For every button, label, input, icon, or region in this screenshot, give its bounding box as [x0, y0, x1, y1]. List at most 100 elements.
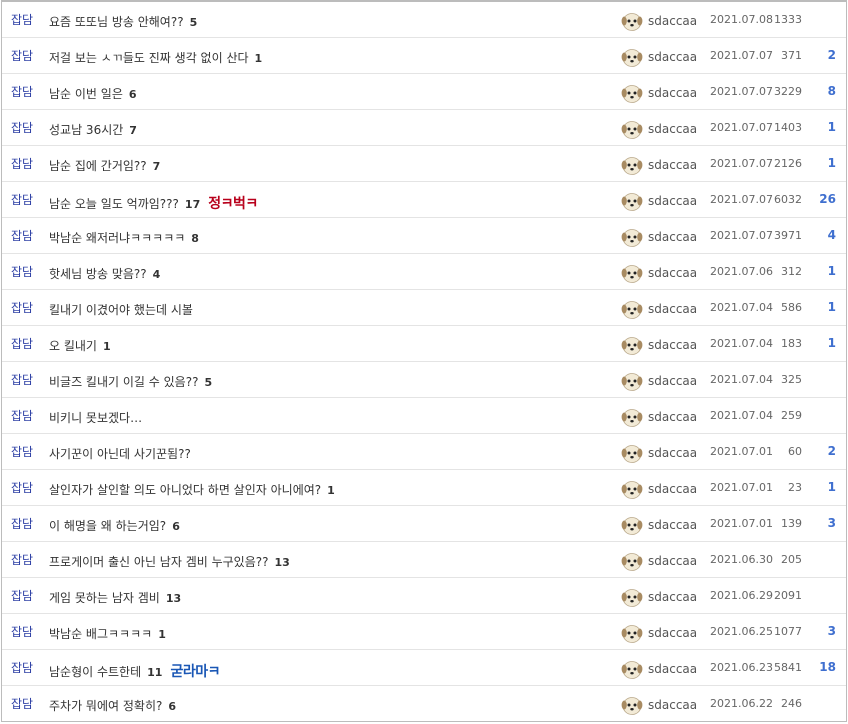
- author-name[interactable]: sdaccaa: [648, 554, 697, 568]
- post-title[interactable]: 게임 못하는 남자 겜비: [49, 591, 160, 605]
- post-title-link[interactable]: 비키니 못보겠다…: [49, 409, 142, 426]
- category-label[interactable]: 잡담: [11, 695, 33, 712]
- comment-count[interactable]: 6: [172, 520, 180, 533]
- author-name[interactable]: sdaccaa: [648, 698, 697, 712]
- author[interactable]: sdaccaa: [621, 335, 697, 355]
- comment-count[interactable]: 6: [129, 88, 137, 101]
- comment-count[interactable]: 6: [168, 700, 176, 713]
- post-title[interactable]: 남순 이번 일은: [49, 87, 123, 101]
- post-title[interactable]: 오 킬내기: [49, 339, 97, 353]
- author-name[interactable]: sdaccaa: [648, 626, 697, 640]
- category-label[interactable]: 잡담: [11, 371, 33, 388]
- comment-count[interactable]: 1: [158, 628, 166, 641]
- author[interactable]: sdaccaa: [621, 371, 697, 391]
- post-title[interactable]: 사기꾼이 아닌데 사기꾼됨??: [49, 447, 191, 461]
- post-title[interactable]: 주차가 뭐에여 정확히?: [49, 699, 162, 713]
- author-name[interactable]: sdaccaa: [648, 374, 697, 388]
- category-label[interactable]: 잡담: [11, 155, 33, 172]
- post-title[interactable]: 비글즈 킬내기 이길 수 있음??: [49, 375, 198, 389]
- author[interactable]: sdaccaa: [621, 263, 697, 283]
- author[interactable]: sdaccaa: [621, 407, 697, 427]
- post-title-link[interactable]: 비글즈 킬내기 이길 수 있음?? 5: [49, 373, 212, 390]
- category-label[interactable]: 잡담: [11, 227, 33, 244]
- post-title[interactable]: 킬내기 이겼어야 했는데 시볼: [49, 303, 193, 317]
- author-name[interactable]: sdaccaa: [648, 662, 697, 676]
- post-title-link[interactable]: 프로게이머 출신 아닌 남자 겜비 누구있음?? 13: [49, 553, 290, 570]
- post-title-link[interactable]: 성교남 36시간 7: [49, 121, 137, 138]
- category-label[interactable]: 잡담: [11, 83, 33, 100]
- category-label[interactable]: 잡담: [11, 587, 33, 604]
- post-title-link[interactable]: 남순 오늘 일도 억까임??? 17 정ㅋ벅ㅋ: [49, 193, 258, 213]
- category-label[interactable]: 잡담: [11, 515, 33, 532]
- author[interactable]: sdaccaa: [621, 695, 697, 715]
- comment-count[interactable]: 4: [153, 268, 161, 281]
- comment-count[interactable]: 7: [129, 124, 137, 137]
- post-title-link[interactable]: 박남순 배그ㅋㅋㅋㅋ 1: [49, 625, 166, 642]
- comment-count[interactable]: 5: [190, 16, 198, 29]
- category-label[interactable]: 잡담: [11, 551, 33, 568]
- comment-count[interactable]: 1: [327, 484, 335, 497]
- author-name[interactable]: sdaccaa: [648, 230, 697, 244]
- author[interactable]: sdaccaa: [621, 299, 697, 319]
- category-label[interactable]: 잡담: [11, 119, 33, 136]
- category-label[interactable]: 잡담: [11, 191, 33, 208]
- category-label[interactable]: 잡담: [11, 263, 33, 280]
- author[interactable]: sdaccaa: [621, 587, 697, 607]
- category-label[interactable]: 잡담: [11, 659, 33, 676]
- author[interactable]: sdaccaa: [621, 119, 697, 139]
- post-title-link[interactable]: 박남순 왜저러냐ㅋㅋㅋㅋㅋ 8: [49, 229, 199, 246]
- author-name[interactable]: sdaccaa: [648, 302, 697, 316]
- author[interactable]: sdaccaa: [621, 479, 697, 499]
- author[interactable]: sdaccaa: [621, 227, 697, 247]
- post-title[interactable]: 성교남 36시간: [49, 123, 123, 137]
- author-name[interactable]: sdaccaa: [648, 158, 697, 172]
- author-name[interactable]: sdaccaa: [648, 194, 697, 208]
- comment-count[interactable]: 13: [166, 592, 181, 605]
- category-label[interactable]: 잡담: [11, 407, 33, 424]
- category-label[interactable]: 잡담: [11, 11, 33, 28]
- author-name[interactable]: sdaccaa: [648, 590, 697, 604]
- post-title-link[interactable]: 남순형이 수트한테 11 굳라마ㅋ: [49, 661, 220, 681]
- post-title-link[interactable]: 주차가 뭐에여 정확히? 6: [49, 697, 176, 714]
- post-title[interactable]: 남순 오늘 일도 억까임???: [49, 197, 179, 211]
- comment-count[interactable]: 5: [204, 376, 212, 389]
- author[interactable]: sdaccaa: [621, 659, 697, 679]
- author-name[interactable]: sdaccaa: [648, 446, 697, 460]
- post-title[interactable]: 박남순 배그ㅋㅋㅋㅋ: [49, 627, 152, 641]
- post-title-link[interactable]: 이 해명을 왜 하는거임? 6: [49, 517, 180, 534]
- author[interactable]: sdaccaa: [621, 155, 697, 175]
- author-name[interactable]: sdaccaa: [648, 338, 697, 352]
- author-name[interactable]: sdaccaa: [648, 482, 697, 496]
- comment-count[interactable]: 11: [147, 666, 162, 679]
- post-title-link[interactable]: 킬내기 이겼어야 했는데 시볼: [49, 301, 193, 318]
- comment-count[interactable]: 17: [185, 198, 200, 211]
- post-title-link[interactable]: 사기꾼이 아닌데 사기꾼됨??: [49, 445, 191, 462]
- author[interactable]: sdaccaa: [621, 623, 697, 643]
- author-name[interactable]: sdaccaa: [648, 50, 697, 64]
- author-name[interactable]: sdaccaa: [648, 266, 697, 280]
- author[interactable]: sdaccaa: [621, 47, 697, 67]
- author[interactable]: sdaccaa: [621, 83, 697, 103]
- post-title[interactable]: 요즘 또또님 방송 안해여??: [49, 15, 184, 29]
- author-name[interactable]: sdaccaa: [648, 122, 697, 136]
- author[interactable]: sdaccaa: [621, 551, 697, 571]
- post-title-link[interactable]: 요즘 또또님 방송 안해여?? 5: [49, 13, 197, 30]
- comment-count[interactable]: 1: [103, 340, 111, 353]
- author[interactable]: sdaccaa: [621, 191, 697, 211]
- category-label[interactable]: 잡담: [11, 479, 33, 496]
- author-name[interactable]: sdaccaa: [648, 14, 697, 28]
- comment-count[interactable]: 13: [275, 556, 290, 569]
- post-title[interactable]: 남순형이 수트한테: [49, 665, 141, 679]
- author-name[interactable]: sdaccaa: [648, 410, 697, 424]
- post-title-link[interactable]: 오 킬내기 1: [49, 337, 111, 354]
- post-title[interactable]: 저걸 보는 ㅅㄲ들도 진짜 생각 없이 산다: [49, 51, 249, 65]
- comment-count[interactable]: 8: [191, 232, 199, 245]
- comment-count[interactable]: 7: [153, 160, 161, 173]
- post-title-link[interactable]: 남순 집에 간거임?? 7: [49, 157, 160, 174]
- post-title-link[interactable]: 핫세님 방송 맞음?? 4: [49, 265, 160, 282]
- comment-count[interactable]: 1: [255, 52, 263, 65]
- post-title[interactable]: 핫세님 방송 맞음??: [49, 267, 147, 281]
- category-label[interactable]: 잡담: [11, 443, 33, 460]
- post-title-link[interactable]: 남순 이번 일은 6: [49, 85, 137, 102]
- category-label[interactable]: 잡담: [11, 47, 33, 64]
